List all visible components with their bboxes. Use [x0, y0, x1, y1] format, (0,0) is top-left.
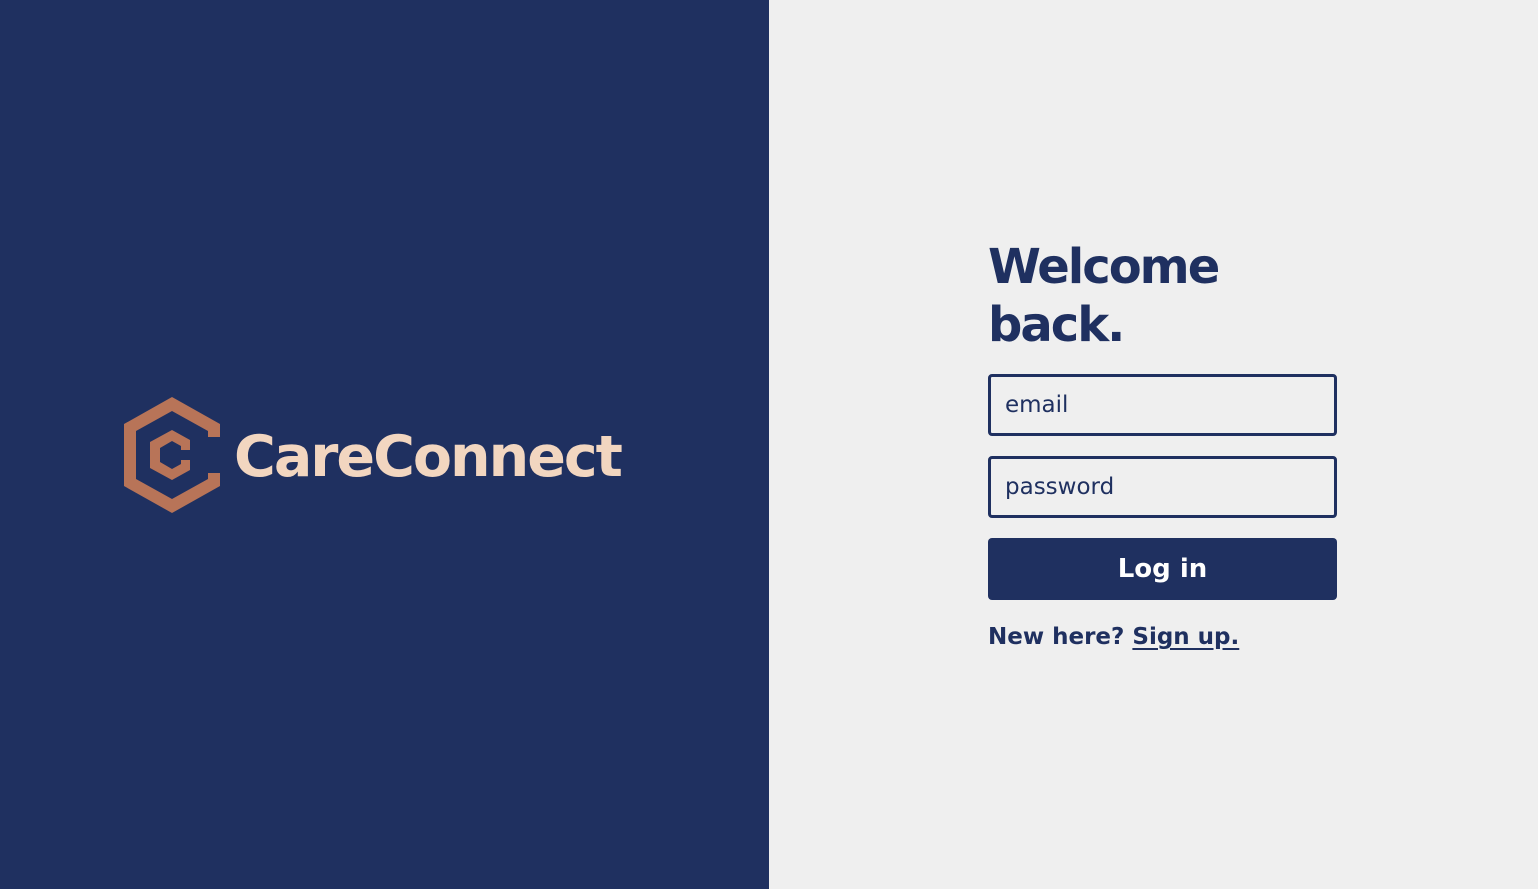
welcome-heading: Welcome back. [988, 239, 1220, 353]
password-input[interactable] [988, 456, 1337, 518]
login-form: Welcome back. Log in New here? Sign up. [988, 238, 1337, 650]
signup-link[interactable]: Sign up. [1132, 624, 1239, 650]
signup-prompt-line: New here? Sign up. [988, 624, 1337, 650]
brand-name: CareConnect [234, 423, 623, 490]
login-button[interactable]: Log in [988, 538, 1337, 600]
hexagon-c-logo-icon [124, 397, 220, 513]
login-panel: Welcome back. Log in New here? Sign up. [769, 0, 1538, 889]
email-input[interactable] [988, 374, 1337, 436]
brand-lockup: CareConnect [124, 397, 623, 513]
brand-panel: CareConnect [0, 0, 769, 889]
signup-prompt-text: New here? [988, 624, 1125, 650]
